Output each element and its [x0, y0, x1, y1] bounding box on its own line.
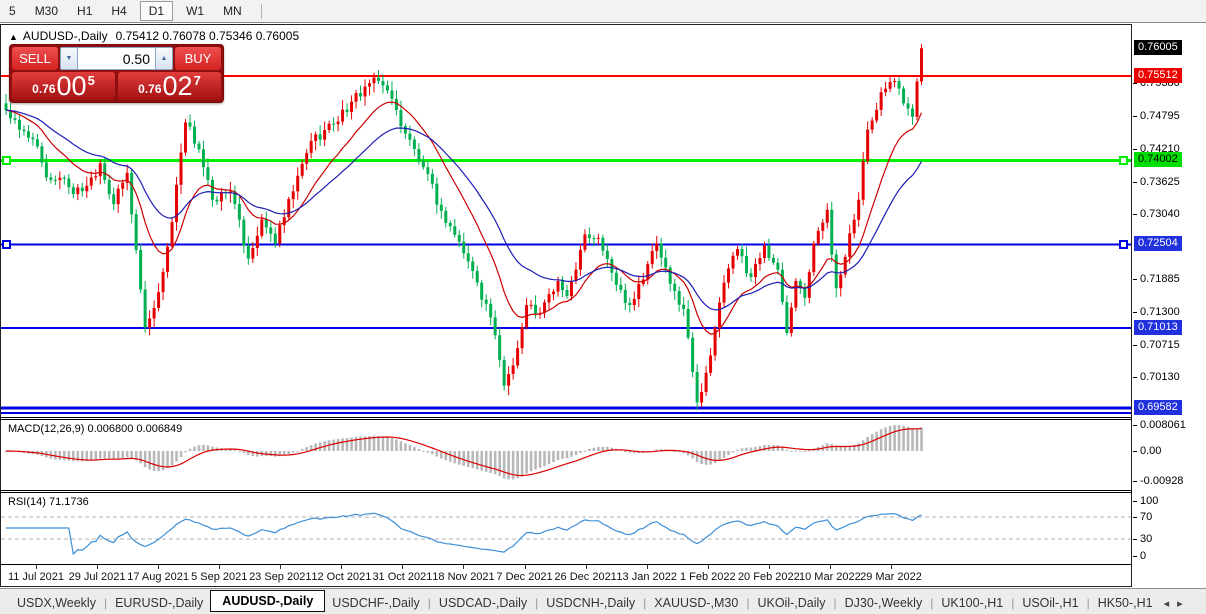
buy-price-display[interactable]: 0.76 02 7	[118, 72, 221, 100]
tab-separator: |	[535, 596, 539, 610]
trading-app-window: ▲ AUDUSD-,Daily 0.75412 0.76078 0.75346 0.…	[0, 0, 1206, 614]
timeframe-toolbar: 5 M30 H1 H4 D1 W1 MN	[0, 0, 1206, 23]
sell-price-prefix: 0.76	[32, 82, 56, 96]
collapse-icon[interactable]: ▲	[9, 32, 18, 42]
axis-tick-mark	[1133, 116, 1137, 117]
tab-separator: |	[643, 596, 647, 610]
timeframe-button-h1[interactable]: H1	[71, 2, 98, 20]
chart-tabs-bar: USDX,Weekly | EURUSD-,Daily AUDUSD-,Daily US…	[0, 588, 1206, 614]
price-tick-label: 0.71300	[1140, 305, 1180, 318]
chart-tab-usdxweekly[interactable]: USDX,Weekly	[10, 593, 103, 613]
tab-separator: |	[1086, 596, 1090, 610]
rsi-tick-label: 30	[1140, 533, 1153, 545]
price-line-badge: 0.76005	[1134, 40, 1182, 56]
date-tick-label: 29 Mar 2022	[860, 571, 922, 583]
axis-tick-mark	[1133, 555, 1137, 557]
tab-separator: |	[746, 596, 750, 610]
axis-tick-mark	[1133, 451, 1137, 452]
tab-separator: |	[833, 596, 837, 610]
chart-window: ▲ AUDUSD-,Daily 0.75412 0.76078 0.75346 0.…	[0, 0, 1206, 588]
buy-price-prefix: 0.76	[138, 82, 162, 96]
axis-tick-mark	[1133, 181, 1137, 183]
axis-tick-mark	[1133, 214, 1137, 216]
volume-input[interactable]	[78, 48, 155, 69]
macd-tick-label: 0.00	[1140, 445, 1162, 457]
axis-tick-mark	[1133, 83, 1137, 85]
sell-price-display[interactable]: 0.76 00 5	[12, 72, 115, 100]
price-axis[interactable]: 0.75380 0.74795 0.74210 0.73625 0.73040 0.718…	[1133, 24, 1206, 587]
rsi-tick-label: 100	[1140, 494, 1159, 507]
price-line-badge: 0.71013	[1134, 319, 1182, 335]
volume-down-button[interactable]: ▼	[61, 48, 78, 69]
timeframe-button-d1[interactable]: D1	[139, 1, 174, 21]
price-line-badge: 0.72504	[1134, 236, 1182, 252]
tab-separator: |	[427, 596, 431, 610]
chart-tab-usdcaddaily[interactable]: USDCAD-,Daily	[432, 593, 534, 613]
timeframe-button-m30[interactable]: M30	[29, 2, 64, 20]
macd-indicator-label: MACD(12,26,9) 0.006800 0.006849	[8, 423, 183, 435]
buy-price-big: 02	[162, 71, 193, 101]
timeframe-button-5[interactable]: 5	[3, 2, 22, 20]
buy-price-sup: 7	[193, 73, 201, 88]
price-tick-label: 0.73040	[1140, 208, 1180, 221]
price-line-badge: 0.74002	[1134, 152, 1182, 168]
timeframe-button-mn[interactable]: MN	[217, 2, 248, 20]
price-tick-label: 0.70130	[1140, 371, 1180, 384]
tabs-scroll-right-button[interactable]: ▸	[1173, 595, 1187, 612]
one-click-trading-panel: SELL ▼ ▲ BUY 0.76 00 5 0.76 02 7	[9, 44, 224, 103]
tabs-scroll-left-button[interactable]: ◂	[1160, 595, 1174, 612]
chart-tab-audusddaily[interactable]: AUDUSD-,Daily	[210, 590, 326, 612]
sell-price-big: 00	[56, 71, 87, 101]
axis-tick-mark	[1133, 377, 1137, 379]
sell-price-sup: 5	[87, 73, 95, 88]
chart-ohlc-values: 0.75412 0.76078 0.75346 0.76005	[115, 29, 300, 43]
rsi-indicator-label: RSI(14) 71.1736	[8, 496, 89, 508]
axis-tick-mark	[1133, 425, 1137, 426]
tab-separator: |	[103, 596, 108, 610]
tab-separator: |	[930, 596, 934, 610]
price-tick-label: 0.74795	[1140, 110, 1180, 122]
axis-tick-mark	[1133, 517, 1137, 518]
chart-tab-hk50h1[interactable]: HK50-,H1	[1091, 593, 1160, 613]
axis-tick-mark	[1133, 481, 1137, 482]
chart-symbol-label: AUDUSD-,Daily	[22, 29, 108, 43]
price-line-badge: 0.69582	[1134, 400, 1182, 415]
chart-ohlc-title: ▲ AUDUSD-,Daily 0.75412 0.76078 0.75346 0.…	[9, 29, 299, 43]
price-tick-label: 0.73625	[1140, 175, 1180, 188]
axis-tick-mark	[1133, 344, 1137, 346]
rsi-tick-label: 0	[1140, 549, 1147, 562]
price-tick-label: 0.71885	[1140, 273, 1180, 285]
volume-stepper: ▼ ▲	[60, 47, 173, 70]
timeframe-button-w1[interactable]: W1	[180, 2, 210, 20]
axis-tick-mark	[1133, 539, 1137, 540]
tab-separator: |	[1011, 596, 1015, 610]
price-line-badge: 0.75512	[1134, 67, 1182, 83]
volume-up-button[interactable]: ▲	[155, 48, 172, 69]
chart-tab-usdchfdaily[interactable]: USDCHF-,Daily	[325, 593, 427, 613]
chart-tab-usdcnhdaily[interactable]: USDCNH-,Daily	[539, 593, 642, 613]
buy-button[interactable]: BUY	[175, 47, 221, 70]
timeframe-button-h4[interactable]: H4	[105, 2, 132, 20]
chart-tab-uk100h1[interactable]: UK100-,H1	[934, 593, 1010, 613]
sell-button[interactable]: SELL	[12, 47, 58, 70]
axis-tick-mark	[1133, 311, 1137, 313]
chart-tab-dj30weekly[interactable]: DJ30-,Weekly	[838, 593, 930, 613]
price-tick-label: 0.70715	[1140, 338, 1180, 351]
axis-tick-mark	[1133, 279, 1137, 280]
macd-tick-label: -0.00928	[1140, 475, 1184, 487]
macd-tick-label: 0.008061	[1140, 419, 1186, 431]
rsi-tick-label: 70	[1140, 511, 1153, 523]
chart-tab-eurusddaily[interactable]: EURUSD-,Daily	[108, 593, 210, 613]
chart-tab-xauusdm30[interactable]: XAUUSD-,M30	[647, 593, 745, 613]
axis-tick-mark	[1133, 500, 1137, 502]
chart-tab-usoilh1[interactable]: USOil-,H1	[1015, 593, 1085, 613]
chart-tab-ukoildaily[interactable]: UKOil-,Daily	[750, 593, 832, 613]
toolbar-separator	[260, 3, 262, 19]
axis-tick-mark	[1133, 148, 1137, 150]
